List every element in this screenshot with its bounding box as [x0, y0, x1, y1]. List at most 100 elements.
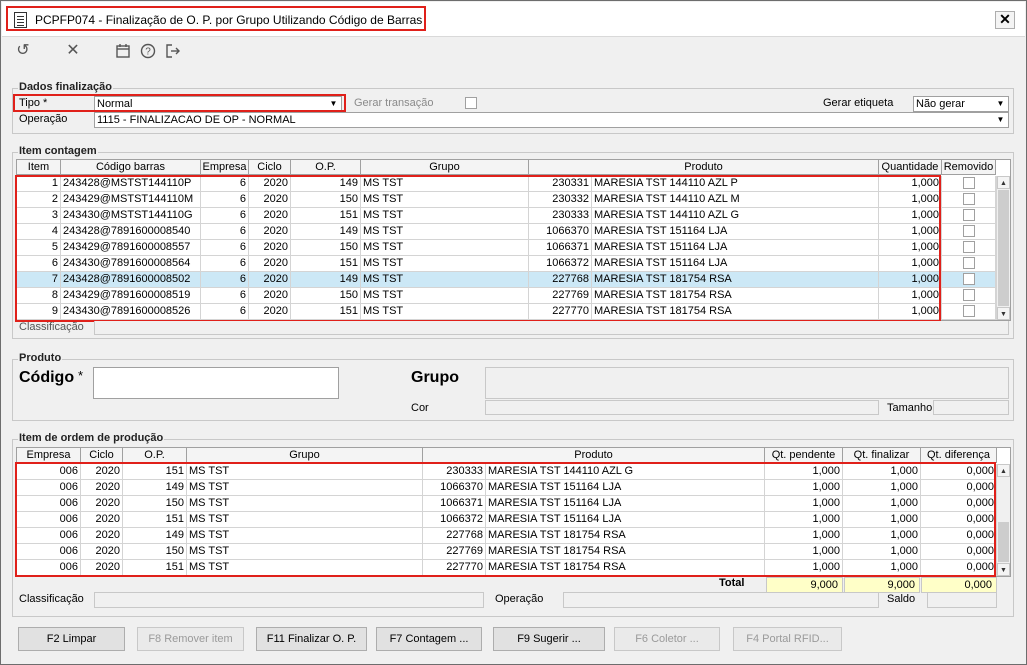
column-header-item[interactable]: Item	[17, 160, 61, 175]
cell-qt-diferenca: 0,000	[921, 544, 997, 560]
table-row[interactable]: 4 243428@7891600008540 6 2020 149 MS TST 10663…	[17, 224, 997, 240]
table-row[interactable]: 006 2020 151 MS TST 227770 MARESIA TST 181754…	[17, 560, 997, 576]
cell-codigo-barras: 243428@7891600008502	[61, 272, 201, 288]
cell-op: 149	[291, 272, 361, 288]
item-contagem-grid[interactable]: Item Código barras Empresa Ciclo O.P. Grupo Pr…	[16, 159, 1011, 321]
table-row[interactable]: 3 243430@MSTST144110G 6 2020 151 MS TST 230333…	[17, 208, 997, 224]
column-header-produto[interactable]: Produto	[423, 448, 765, 463]
tipo-select[interactable]: Normal ▼	[94, 96, 342, 112]
gerar-transacao-checkbox[interactable]	[465, 97, 477, 109]
remover-item-button[interactable]: F8 Remover item	[137, 627, 244, 651]
removido-checkbox[interactable]	[963, 193, 975, 205]
cell-grupo: MS TST	[187, 528, 423, 544]
cell-ciclo: 2020	[249, 176, 291, 192]
table-row[interactable]: 006 2020 151 MS TST 1066372 MARESIA TST 15116…	[17, 512, 997, 528]
portal-rfid-button[interactable]: F4 Portal RFID...	[733, 627, 842, 651]
cell-op: 151	[123, 512, 187, 528]
cancel-icon[interactable]: ✕	[62, 41, 84, 61]
column-header-qt-diferenca[interactable]: Qt. diferença	[921, 448, 997, 463]
table-row[interactable]: 5 243429@7891600008557 6 2020 150 MS TST 10663…	[17, 240, 997, 256]
cell-produto-descricao: MARESIA TST 144110 AZL G	[486, 464, 765, 480]
column-header-empresa[interactable]: Empresa	[201, 160, 249, 175]
cell-produto-descricao: MARESIA TST 181754 RSA	[592, 288, 879, 304]
column-header-qt-finalizar[interactable]: Qt. finalizar	[843, 448, 921, 463]
close-button[interactable]: ✕	[995, 11, 1015, 29]
scroll-down-icon[interactable]: ▼	[997, 307, 1010, 320]
cell-empresa: 6	[201, 272, 249, 288]
table-row[interactable]: 006 2020 150 MS TST 1066371 MARESIA TST 15116…	[17, 496, 997, 512]
table-row[interactable]: 006 2020 150 MS TST 227769 MARESIA TST 181754…	[17, 544, 997, 560]
scroll-thumb[interactable]	[998, 522, 1009, 562]
undo-icon[interactable]: ↺	[12, 41, 34, 61]
column-header-qt-pendente[interactable]: Qt. pendente	[765, 448, 843, 463]
removido-checkbox[interactable]	[963, 257, 975, 269]
table-row[interactable]: 006 2020 149 MS TST 1066370 MARESIA TST 15116…	[17, 480, 997, 496]
cell-quantidade: 1,000	[879, 176, 942, 192]
cell-item: 9	[17, 304, 61, 320]
scroll-up-icon[interactable]: ▲	[997, 464, 1010, 477]
scroll-up-icon[interactable]: ▲	[997, 176, 1010, 189]
vertical-scrollbar[interactable]: ▲ ▼	[996, 464, 1010, 576]
cell-produto-descricao: MARESIA TST 181754 RSA	[592, 304, 879, 320]
table-row[interactable]: 6 243430@7891600008564 6 2020 151 MS TST 10663…	[17, 256, 997, 272]
finalizar-op-button[interactable]: F11 Finalizar O. P.	[256, 627, 367, 651]
saldo-label: Saldo	[887, 593, 916, 605]
table-row[interactable]: 8 243429@7891600008519 6 2020 150 MS TST 22776…	[17, 288, 997, 304]
table-row[interactable]: 006 2020 151 MS TST 230333 MARESIA TST 144110…	[17, 464, 997, 480]
operacao-select[interactable]: 1115 - FINALIZACAO DE OP - NORMAL ▼	[94, 112, 1009, 128]
column-header-ciclo[interactable]: Ciclo	[81, 448, 123, 463]
cell-grupo: MS TST	[361, 224, 529, 240]
cell-ciclo: 2020	[249, 240, 291, 256]
removido-checkbox[interactable]	[963, 177, 975, 189]
scroll-down-icon[interactable]: ▼	[997, 563, 1010, 576]
cell-op: 150	[123, 544, 187, 560]
item-ordem-grid[interactable]: Empresa Ciclo O.P. Grupo Produto Qt. pendente…	[16, 447, 1011, 577]
column-header-quantidade[interactable]: Quantidade	[879, 160, 942, 175]
column-header-ciclo[interactable]: Ciclo	[249, 160, 291, 175]
table-row[interactable]: 1 243428@MSTST144110P 6 2020 149 MS TST 230331…	[17, 176, 997, 192]
sugerir-button[interactable]: F9 Sugerir ...	[493, 627, 605, 651]
cell-removido	[942, 272, 996, 288]
cell-quantidade: 1,000	[879, 304, 942, 320]
removido-checkbox[interactable]	[963, 305, 975, 317]
column-header-grupo[interactable]: Grupo	[361, 160, 529, 175]
cell-grupo: MS TST	[187, 496, 423, 512]
removido-checkbox[interactable]	[963, 289, 975, 301]
column-header-codigo-barras[interactable]: Código barras	[61, 160, 201, 175]
cell-ciclo: 2020	[81, 528, 123, 544]
coletor-button[interactable]: F6 Coletor ...	[614, 627, 720, 651]
help-icon[interactable]: ?	[137, 41, 159, 61]
scroll-thumb[interactable]	[998, 190, 1009, 306]
table-row[interactable]: 9 243430@7891600008526 6 2020 151 MS TST 22777…	[17, 304, 997, 320]
column-header-op[interactable]: O.P.	[123, 448, 187, 463]
removido-checkbox[interactable]	[963, 241, 975, 253]
column-header-removido[interactable]: Removido	[942, 160, 996, 175]
removido-checkbox[interactable]	[963, 273, 975, 285]
exit-icon[interactable]	[162, 41, 184, 61]
removido-checkbox[interactable]	[963, 225, 975, 237]
column-header-op[interactable]: O.P.	[291, 160, 361, 175]
contagem-button[interactable]: F7 Contagem ...	[376, 627, 482, 651]
cell-ciclo: 2020	[81, 544, 123, 560]
codigo-input[interactable]	[93, 367, 339, 399]
title-bar: PCPFP074 - Finalização de O. P. por Grup…	[2, 2, 1025, 37]
cell-item: 4	[17, 224, 61, 240]
column-header-grupo[interactable]: Grupo	[187, 448, 423, 463]
table-row[interactable]: 7 243428@7891600008502 6 2020 149 MS TST 22776…	[17, 272, 997, 288]
column-header-empresa[interactable]: Empresa	[17, 448, 81, 463]
cell-produto-descricao: MARESIA TST 151164 LJA	[592, 240, 879, 256]
removido-checkbox[interactable]	[963, 209, 975, 221]
calendar-icon[interactable]	[112, 41, 134, 61]
vertical-scrollbar[interactable]: ▲ ▼	[996, 176, 1010, 320]
cell-grupo: MS TST	[187, 480, 423, 496]
cell-empresa: 6	[201, 240, 249, 256]
cell-produto-codigo: 230333	[423, 464, 486, 480]
total-diferenca: 0,000	[921, 577, 997, 593]
table-row[interactable]: 2 243429@MSTST144110M 6 2020 150 MS TST 230332…	[17, 192, 997, 208]
gerar-etiqueta-select[interactable]: Não gerar ▼	[913, 96, 1009, 112]
limpar-button[interactable]: F2 Limpar	[18, 627, 125, 651]
table-row[interactable]: 006 2020 149 MS TST 227768 MARESIA TST 181754…	[17, 528, 997, 544]
cell-item: 5	[17, 240, 61, 256]
tipo-value: Normal	[97, 98, 133, 110]
column-header-produto[interactable]: Produto	[529, 160, 879, 175]
